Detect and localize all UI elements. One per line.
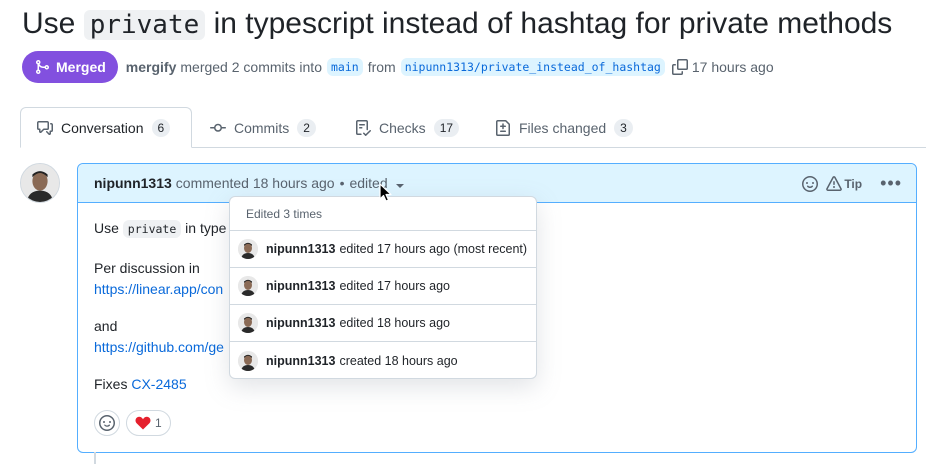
avatar — [238, 350, 258, 371]
tab-files-changed[interactable]: Files changed 3 — [479, 107, 649, 148]
tip-label: Tip — [844, 176, 863, 191]
merge-text-1: merged 2 commits into — [180, 59, 322, 75]
checklist-icon — [356, 119, 371, 136]
avatar — [238, 239, 258, 259]
copy-icon[interactable] — [671, 59, 688, 75]
git-merge-icon — [36, 60, 50, 74]
tab-checks[interactable]: Checks 17 — [339, 107, 475, 148]
heart-reaction-count: 1 — [155, 416, 162, 430]
edit-text: edited 17 hours ago — [339, 279, 450, 293]
tab-conversation-label: Conversation — [61, 119, 144, 136]
base-branch[interactable]: main — [326, 58, 363, 76]
smiley-icon[interactable] — [802, 175, 819, 192]
heart-icon — [135, 416, 151, 430]
avatar-image — [238, 239, 258, 259]
pr-title-suffix: in typescript instead of hashtag for pri… — [205, 7, 893, 40]
tip-button[interactable]: Tip — [826, 175, 863, 192]
edit-history-dropdown: Edited 3 times nipunn1313 edited 17 hour… — [229, 196, 537, 379]
pr-tabs: Conversation 6 Commits 2 Checks 17 Files… — [0, 107, 926, 148]
edit-text: created 18 hours ago — [339, 353, 458, 368]
edit-history-item[interactable]: nipunn1313 edited 18 hours ago — [230, 305, 536, 342]
merge-text-2: from — [367, 59, 396, 75]
body-code: private — [122, 220, 182, 238]
edit-author: nipunn1313 — [266, 353, 336, 368]
tab-conversation-count: 6 — [151, 118, 171, 137]
avatar — [238, 276, 258, 296]
chevron-down-icon — [395, 184, 404, 188]
avatar[interactable] — [20, 163, 60, 203]
smiley-icon — [99, 415, 115, 431]
comment-author[interactable]: nipunn1313 — [94, 175, 172, 191]
tab-conversation[interactable]: Conversation 6 — [20, 107, 192, 148]
body-text: in type — [181, 220, 227, 236]
tab-commits-label: Commits — [234, 119, 290, 136]
avatar-image — [238, 276, 258, 296]
alert-icon — [826, 175, 843, 191]
reactions-bar: 1 — [94, 410, 171, 436]
body-line-2: Per discussion in — [94, 260, 200, 276]
tab-files-changed-count: 3 — [614, 118, 633, 137]
separator-dot: • — [339, 175, 345, 191]
avatar — [238, 313, 258, 333]
kebab-horizontal-icon[interactable]: ••• — [880, 173, 902, 194]
pr-title-code: private — [83, 10, 206, 40]
tab-checks-count: 17 — [433, 118, 460, 137]
edit-history-item[interactable]: nipunn1313 edited 17 hours ago — [230, 268, 536, 305]
pr-title: Use private in typescript instead of has… — [22, 4, 892, 45]
edit-text: edited 18 hours ago — [339, 316, 450, 330]
tab-files-changed-label: Files changed — [519, 119, 607, 136]
edit-history-item[interactable]: nipunn1313 edited 17 hours ago (most rec… — [230, 231, 536, 268]
avatar-image — [238, 313, 258, 333]
file-diff-icon — [496, 119, 510, 136]
merge-time: 17 hours ago — [691, 59, 774, 75]
github-link[interactable]: https://github.com/ge — [94, 339, 224, 355]
head-branch[interactable]: nipunn1313/private_instead_of_hashtag — [400, 58, 665, 76]
linear-link[interactable]: https://linear.app/con — [94, 281, 223, 297]
add-reaction-button[interactable] — [94, 410, 120, 436]
mouse-cursor-icon — [379, 183, 392, 202]
avatar-image — [21, 164, 59, 202]
edit-author: nipunn1313 — [266, 279, 336, 293]
body-line-1: Use private in type — [94, 220, 227, 238]
tab-checks-label: Checks — [379, 119, 426, 136]
edited-dropdown-toggle[interactable]: edited — [349, 175, 404, 191]
edit-author: nipunn1313 — [266, 316, 336, 330]
pr-meta: Merged mergify merged 2 commits into mai… — [22, 51, 774, 83]
comment-header-actions: Tip ••• — [802, 164, 902, 203]
timeline-line — [94, 452, 96, 464]
heart-reaction-button[interactable]: 1 — [126, 410, 171, 436]
edit-history-item[interactable]: nipunn1313 created 18 hours ago — [230, 342, 536, 379]
edit-author: nipunn1313 — [266, 242, 336, 256]
avatar-image — [238, 350, 258, 371]
body-line-6: Fixes CX-2485 — [94, 376, 187, 392]
git-commit-icon — [210, 123, 226, 132]
body-line-4: and — [94, 318, 118, 334]
comment-action[interactable]: commented 18 hours ago — [176, 175, 335, 191]
merger-link[interactable]: mergify — [126, 59, 177, 75]
body-text: Fixes — [94, 376, 132, 392]
merged-status-label: Merged — [56, 59, 106, 75]
tab-commits-count: 2 — [297, 118, 316, 137]
pr-title-prefix: Use — [22, 7, 84, 40]
comment-discussion-icon — [37, 120, 53, 135]
tab-commits[interactable]: Commits 2 — [194, 107, 332, 148]
merged-status-badge: Merged — [22, 51, 118, 83]
issue-link[interactable]: CX-2485 — [131, 376, 186, 392]
body-text: Use — [94, 220, 123, 236]
edit-text: edited 17 hours ago (most recent) — [339, 242, 528, 256]
